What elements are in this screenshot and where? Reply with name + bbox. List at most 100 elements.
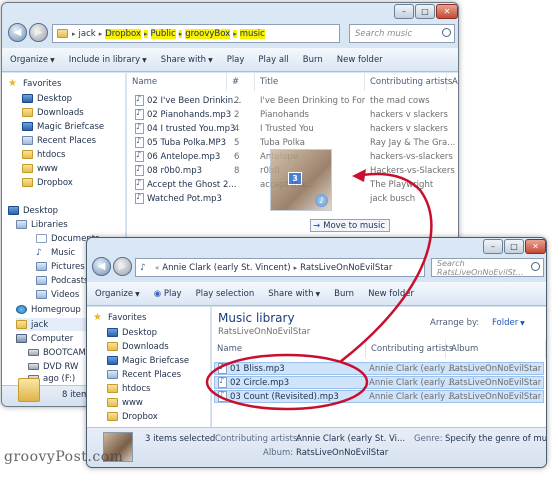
forward-button[interactable]: ▶ [113, 257, 132, 276]
music-note-icon: ♪ [315, 194, 328, 207]
breadcrumb-item[interactable]: Dropbox [105, 28, 142, 39]
table-row[interactable]: 02 I've Been Drinkin... 2 I've Been Drin… [135, 94, 455, 107]
nav-item-dropbox[interactable]: Dropbox [22, 176, 73, 189]
breadcrumb-item[interactable]: Public [150, 28, 176, 39]
play-selection-button[interactable]: Play selection [196, 289, 255, 299]
share-with-button[interactable]: Share with ▼ [268, 289, 320, 299]
artists-field[interactable]: Annie Clark (early St. Vi... [296, 434, 405, 444]
burn-button[interactable]: Burn [303, 55, 323, 65]
nav-item-htdocs[interactable]: htdocs [107, 382, 150, 395]
new-folder-button[interactable]: New folder [337, 55, 383, 65]
table-row[interactable]: 02 Pianohands.mp3 2 Pianohands hackers v… [135, 108, 455, 121]
breadcrumb-item[interactable]: Annie Clark (early St. Vincent) [162, 263, 290, 273]
mp3-file-icon [135, 192, 144, 204]
folder-large-icon [18, 378, 40, 402]
forward-button[interactable]: ▶ [29, 23, 48, 42]
table-row[interactable]: 04 I trusted You.mp3 4 I Trusted You hac… [135, 122, 455, 135]
videos-icon [36, 290, 47, 299]
column-header-title[interactable]: Title [255, 73, 365, 91]
maximize-button[interactable]: □ [415, 4, 435, 19]
nav-item-downloads[interactable]: Downloads [22, 106, 84, 119]
folder-icon [107, 412, 118, 421]
nav-libraries[interactable]: Libraries [16, 218, 68, 231]
nav-item-bootcamp[interactable]: BOOTCAM [28, 346, 86, 359]
drag-thumbnail: 3 ♪ [270, 149, 332, 211]
pictures-icon [36, 262, 47, 271]
breadcrumb-item[interactable]: music [239, 28, 265, 39]
nav-desktop[interactable]: Desktop [8, 204, 58, 217]
nav-homegroup[interactable]: Homegroup [16, 303, 81, 316]
nav-item-recent-places[interactable]: Recent Places [107, 368, 181, 381]
column-header-name[interactable]: Name [127, 73, 227, 91]
nav-item-dropbox[interactable]: Dropbox [107, 410, 158, 423]
play-button[interactable]: Play [227, 55, 245, 65]
mp3-file-icon [135, 150, 144, 162]
nav-item-desktop[interactable]: Desktop [22, 92, 72, 105]
arrange-by-dropdown[interactable]: Folder [492, 318, 518, 328]
folder-icon [107, 384, 118, 393]
genre-field[interactable]: Specify the genre of music [445, 434, 546, 444]
nav-favorites[interactable]: ★ Favorites [93, 311, 146, 324]
back-button[interactable]: ◀ [92, 257, 111, 276]
nav-item-desktop[interactable]: Desktop [107, 326, 157, 339]
new-folder-button[interactable]: New folder [368, 289, 414, 299]
briefcase-icon [107, 356, 118, 365]
column-header-artists[interactable]: Contributing artists [365, 73, 452, 91]
folder-icon [57, 29, 68, 38]
nav-item-downloads[interactable]: Downloads [107, 340, 169, 353]
play-all-button[interactable]: Play all [258, 55, 288, 65]
address-bar[interactable]: ♪ « Annie Clark (early St. Vincent) ▸ Ra… [135, 258, 425, 277]
nav-item-magic-briefcase[interactable]: Magic Briefcase [22, 120, 104, 133]
address-bar[interactable]: ▸ jack ▸ Dropbox ▸ Public ▸ groovyBox ▸ … [52, 24, 340, 43]
column-header-artists[interactable]: Contributing artists [366, 340, 453, 358]
nav-item-htdocs[interactable]: htdocs [22, 148, 65, 161]
column-header-album[interactable]: Album [446, 340, 546, 358]
move-tooltip: → Move to music [310, 219, 390, 232]
computer-icon [16, 334, 27, 343]
navigation-pane: ★ Favorites Desktop Downloads Magic Brief… [87, 307, 211, 428]
nav-item-recent-places[interactable]: Recent Places [22, 134, 96, 147]
nav-item-videos[interactable]: Videos [36, 288, 79, 301]
breadcrumb-item[interactable]: groovyBox [185, 28, 231, 39]
search-icon [531, 262, 540, 271]
table-row[interactable]: 02 Circle.mp3 Annie Clark (early ... Rat… [214, 376, 544, 389]
minimize-button[interactable]: – [394, 4, 414, 19]
maximize-button[interactable]: □ [504, 239, 524, 254]
mp3-file-icon [135, 164, 144, 176]
close-button[interactable]: ✕ [436, 4, 458, 19]
table-row[interactable]: 03 Count (Revisited).mp3 Annie Clark (ea… [214, 390, 544, 403]
album-field[interactable]: RatsLiveOnNoEvilStar [296, 448, 388, 458]
search-input[interactable]: Search music [349, 24, 455, 43]
nav-item-music[interactable]: ♪ Music [36, 246, 75, 259]
podcasts-icon [36, 276, 47, 285]
nav-favorites[interactable]: ★ Favorites [8, 77, 61, 90]
nav-item-pictures[interactable]: Pictures [36, 260, 85, 273]
breadcrumb-item[interactable]: jack [79, 29, 96, 39]
nav-computer[interactable]: Computer [16, 332, 73, 345]
nav-item-magic-briefcase[interactable]: Magic Briefcase [107, 354, 189, 367]
nav-item-www[interactable]: www [107, 396, 143, 409]
include-in-library-button[interactable]: Include in library ▼ [69, 55, 147, 65]
share-with-button[interactable]: Share with ▼ [161, 55, 213, 65]
organize-button[interactable]: Organize ▼ [95, 289, 140, 299]
play-button[interactable]: ◉ Play [154, 289, 182, 299]
watermark: groovyPost.com [4, 449, 124, 465]
close-button[interactable]: ✕ [525, 239, 546, 254]
search-input[interactable]: Search RatsLiveOnNoEvilSt... [431, 258, 544, 277]
folder-icon [22, 164, 33, 173]
back-button[interactable]: ◀ [8, 23, 27, 42]
minimize-button[interactable]: – [483, 239, 503, 254]
breadcrumb-item[interactable]: RatsLiveOnNoEvilStar [300, 263, 392, 273]
nav-item-www[interactable]: www [22, 162, 58, 175]
column-header-number[interactable]: # [227, 73, 255, 91]
column-header-name[interactable]: Name [212, 340, 366, 358]
table-row[interactable]: 05 Tuba Polka.MP3 5 Tuba Polka Ray Jay &… [135, 136, 455, 149]
column-header-album[interactable]: A [447, 73, 458, 91]
table-row[interactable]: 01 Bliss.mp3 Annie Clark (early ... Rats… [214, 362, 544, 375]
nav-item-podcasts[interactable]: Podcasts [36, 274, 89, 287]
mp3-file-icon [135, 122, 144, 134]
organize-button[interactable]: Organize ▼ [10, 55, 55, 65]
recent-places-icon [107, 370, 118, 379]
star-icon: ★ [93, 312, 102, 323]
burn-button[interactable]: Burn [334, 289, 354, 299]
